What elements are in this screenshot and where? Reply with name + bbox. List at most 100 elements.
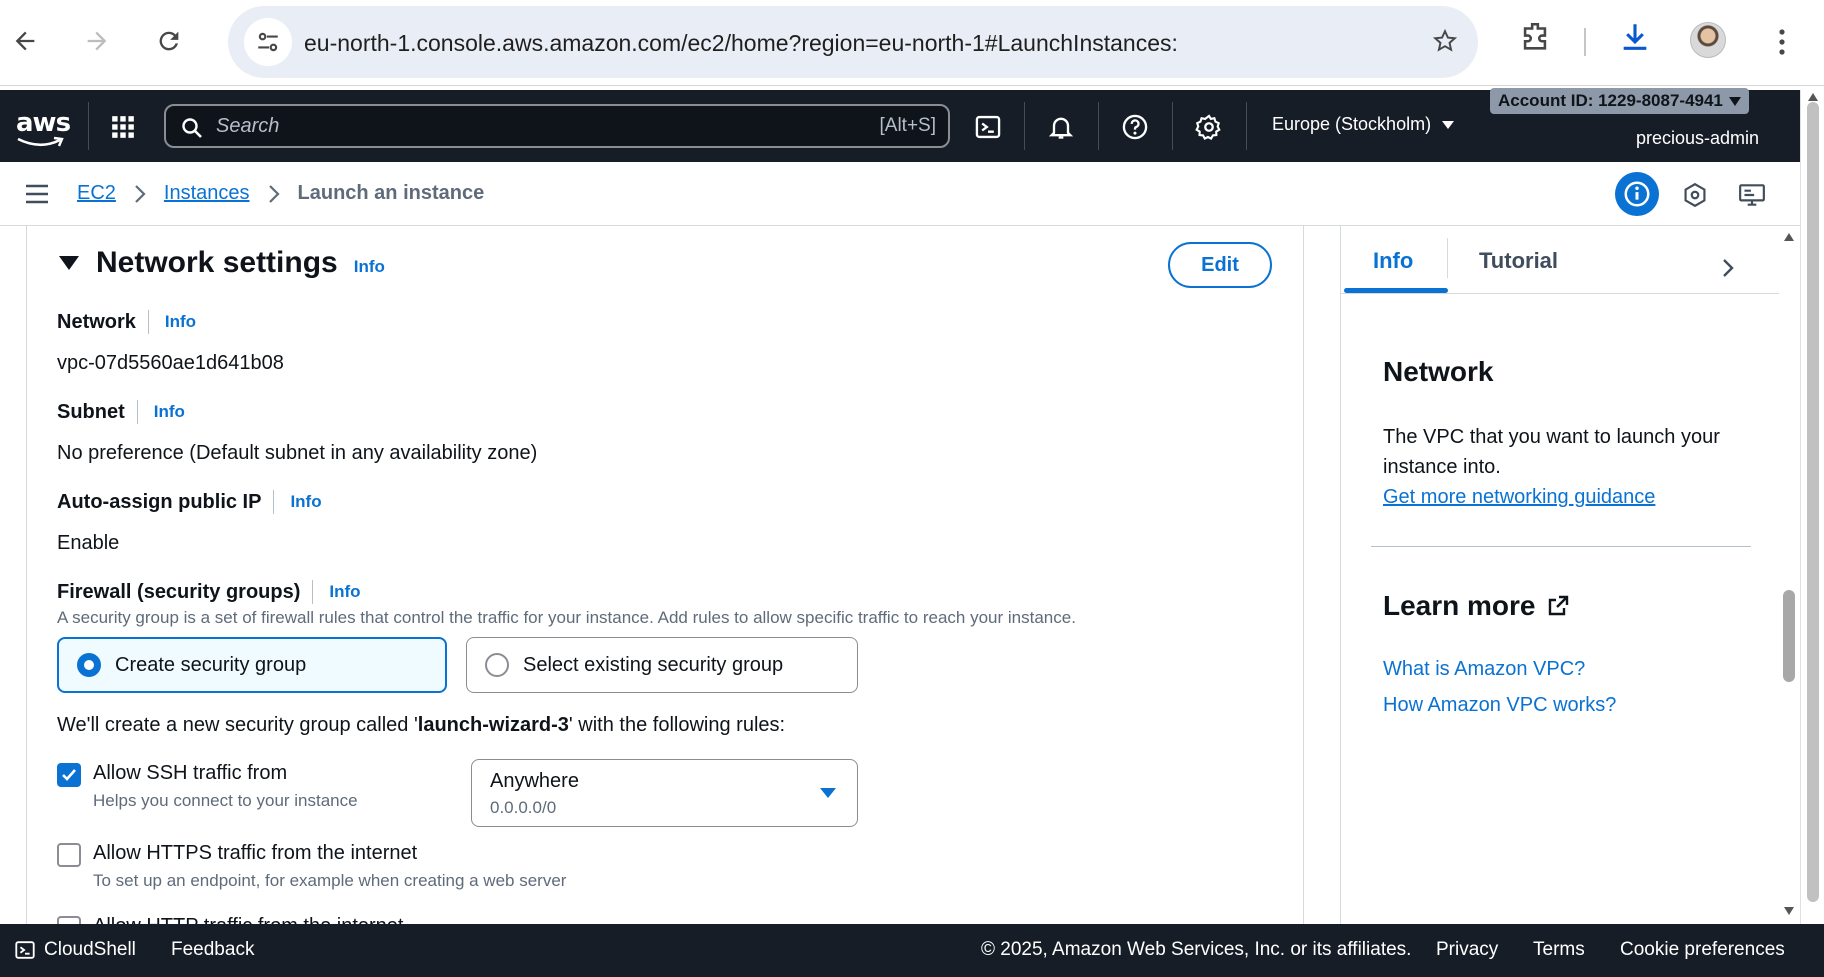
info-panel-toggle-icon[interactable] xyxy=(1615,172,1659,216)
help-icon[interactable] xyxy=(1120,112,1150,142)
subnet-info-link[interactable]: Info xyxy=(154,402,185,422)
firewall-info-link[interactable]: Info xyxy=(329,582,360,602)
console-search[interactable]: [Alt+S] xyxy=(164,104,950,148)
cloudshell-icon[interactable] xyxy=(973,112,1003,142)
subnet-label-row: Subnet Info xyxy=(57,400,185,424)
help-text: The VPC that you want to launch your ins… xyxy=(1383,426,1720,508)
address-bar[interactable]: eu-north-1.console.aws.amazon.com/ec2/ho… xyxy=(228,6,1478,78)
scroll-up-icon[interactable] xyxy=(1807,92,1819,102)
ssh-source-value: Anywhere xyxy=(490,770,579,792)
edit-button[interactable]: Edit xyxy=(1168,242,1272,288)
breadcrumb: EC2 Instances Launch an instance xyxy=(77,182,484,205)
scroll-up-icon[interactable] xyxy=(1783,232,1795,242)
network-info-link[interactable]: Info xyxy=(165,312,196,332)
services-grid-icon[interactable] xyxy=(110,114,136,145)
tab-tutorial[interactable]: Tutorial xyxy=(1479,248,1558,274)
https-rule-label[interactable]: Allow HTTPS traffic from the internet xyxy=(93,842,417,865)
extensions-icon[interactable] xyxy=(1518,20,1552,59)
scroll-thumb[interactable] xyxy=(1783,590,1795,682)
more-menu-icon[interactable] xyxy=(1770,22,1794,67)
caret-down-icon xyxy=(1442,120,1455,129)
ssh-rule-label[interactable]: Allow SSH traffic from xyxy=(93,762,287,785)
copyright-text: © 2025, Amazon Web Services, Inc. or its… xyxy=(981,939,1412,960)
firewall-label-row: Firewall (security groups) Info xyxy=(57,580,361,604)
section-header: Network settings Info xyxy=(96,246,385,280)
feedback-link[interactable]: Feedback xyxy=(171,939,254,961)
main-content: Network settings Info Edit Network Info … xyxy=(0,226,1340,924)
create-security-group-option[interactable]: Create security group xyxy=(57,637,447,693)
http-checkbox[interactable] xyxy=(57,916,81,924)
chevron-right-icon[interactable] xyxy=(1721,258,1735,278)
how-vpc-works-link[interactable]: How Amazon VPC works? xyxy=(1383,694,1616,717)
url-text[interactable]: eu-north-1.console.aws.amazon.com/ec2/ho… xyxy=(304,30,1178,57)
collapse-caret-icon[interactable] xyxy=(58,254,80,272)
settings-gear-icon[interactable] xyxy=(1194,112,1224,142)
cloudshell-icon xyxy=(15,941,35,959)
caret-down-icon xyxy=(1728,96,1741,106)
help-scrollbar[interactable] xyxy=(1778,226,1800,924)
public-ip-info-link[interactable]: Info xyxy=(290,492,321,512)
profile-avatar[interactable] xyxy=(1690,22,1726,58)
help-tabs: Info Tutorial xyxy=(1341,226,1779,294)
ssh-source-select[interactable]: Anywhere 0.0.0.0/0 xyxy=(471,759,858,827)
forward-icon[interactable] xyxy=(76,20,118,62)
tab-info[interactable]: Info xyxy=(1373,248,1413,274)
cloudshell-label: CloudShell xyxy=(44,939,136,960)
cookie-preferences-link[interactable]: Cookie preferences xyxy=(1620,939,1785,961)
public-ip-label: Auto-assign public IP xyxy=(57,490,262,513)
what-is-vpc-link[interactable]: What is Amazon VPC? xyxy=(1383,658,1585,681)
network-value: vpc-07d5560ae1d641b08 xyxy=(57,352,284,374)
privacy-link[interactable]: Privacy xyxy=(1436,939,1498,961)
notifications-bell-icon[interactable] xyxy=(1046,112,1076,142)
scroll-down-icon[interactable] xyxy=(1783,906,1795,916)
security-group-note: We'll create a new security group called… xyxy=(57,714,786,736)
subnet-value: No preference (Default subnet in any ava… xyxy=(57,442,538,464)
settings-hexagon-icon[interactable] xyxy=(1682,182,1708,213)
checkmark-icon xyxy=(62,769,76,781)
monitor-icon[interactable] xyxy=(1738,182,1766,213)
toolbar-divider xyxy=(1584,28,1586,56)
network-label: Network xyxy=(57,310,136,333)
learn-more-heading: Learn more xyxy=(1383,590,1570,622)
bookmark-star-icon[interactable] xyxy=(1432,28,1458,59)
external-link-icon xyxy=(1548,595,1568,616)
radio-selected[interactable] xyxy=(77,653,101,677)
select-existing-security-group-option[interactable]: Select existing security group xyxy=(466,637,858,693)
active-tab-indicator xyxy=(1344,288,1448,293)
breadcrumb-bar: EC2 Instances Launch an instance xyxy=(0,162,1800,226)
menu-hamburger-icon[interactable] xyxy=(24,182,50,211)
aws-logo[interactable]: aws xyxy=(16,108,71,138)
search-input[interactable] xyxy=(216,112,736,140)
info-link[interactable]: Info xyxy=(354,257,385,277)
account-id-badge[interactable]: Account ID: 1229-8087-4941 xyxy=(1490,88,1749,114)
search-shortcut-hint: [Alt+S] xyxy=(879,115,937,136)
divider xyxy=(1371,546,1751,547)
dropdown-caret-icon xyxy=(820,788,836,798)
http-rule-label[interactable]: Allow HTTP traffic from the internet xyxy=(93,915,403,924)
reload-icon[interactable] xyxy=(148,20,190,62)
create-security-group-label: Create security group xyxy=(115,653,307,676)
scroll-thumb[interactable] xyxy=(1807,102,1819,902)
https-checkbox[interactable] xyxy=(57,843,81,867)
aws-top-navigation: aws [Alt+S] Europe (Stockholm) Account I… xyxy=(0,88,1800,162)
region-selector[interactable]: Europe (Stockholm) xyxy=(1272,114,1455,135)
back-icon[interactable] xyxy=(4,20,46,62)
cloudshell-button[interactable]: CloudShell xyxy=(14,939,136,961)
help-heading: Network xyxy=(1383,356,1494,387)
ssh-checkbox[interactable] xyxy=(57,763,81,787)
chevron-right-icon xyxy=(268,184,280,204)
breadcrumb-ec2[interactable]: EC2 xyxy=(77,182,116,205)
chevron-right-icon xyxy=(134,184,146,204)
networking-guidance-link[interactable]: Get more networking guidance xyxy=(1383,486,1655,508)
terms-link[interactable]: Terms xyxy=(1533,939,1585,961)
page-scrollbar[interactable] xyxy=(1800,90,1824,924)
download-icon[interactable] xyxy=(1618,20,1652,59)
user-name[interactable]: precious-admin xyxy=(1636,128,1759,149)
security-group-name: launch-wizard-3 xyxy=(417,714,569,736)
breadcrumb-instances[interactable]: Instances xyxy=(164,182,250,205)
site-settings-icon[interactable] xyxy=(244,18,292,66)
help-panel: Info Tutorial Network The VPC that you w… xyxy=(1340,226,1800,924)
network-label-row: Network Info xyxy=(57,310,196,334)
ssh-rule-description: Helps you connect to your instance xyxy=(93,791,358,810)
radio-unselected[interactable] xyxy=(485,653,509,677)
